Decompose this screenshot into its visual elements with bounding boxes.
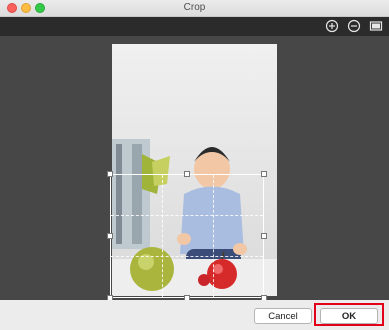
window-title: Crop <box>183 2 206 13</box>
zoom-in-icon[interactable] <box>325 19 339 33</box>
crop-handle-left[interactable] <box>107 233 113 239</box>
crop-handle-top[interactable] <box>184 171 190 177</box>
crop-dialog: Crop Cancel OK <box>0 0 389 330</box>
crop-guide-vertical <box>213 175 214 297</box>
crop-handle-top-left[interactable] <box>107 171 113 177</box>
toolbar <box>0 17 389 36</box>
crop-guide-horizontal <box>111 256 263 257</box>
crop-handle-right[interactable] <box>261 233 267 239</box>
crop-handle-top-right[interactable] <box>261 171 267 177</box>
cancel-button[interactable]: Cancel <box>254 308 312 324</box>
image-canvas <box>0 36 389 301</box>
ok-button-highlight <box>314 303 384 326</box>
crop-guide-vertical <box>162 175 163 297</box>
zoom-out-icon[interactable] <box>347 19 361 33</box>
crop-guide-horizontal <box>111 215 263 216</box>
fit-to-window-icon[interactable] <box>369 19 383 33</box>
crop-selection-frame[interactable] <box>107 171 267 301</box>
title-bar: Crop <box>0 0 389 17</box>
